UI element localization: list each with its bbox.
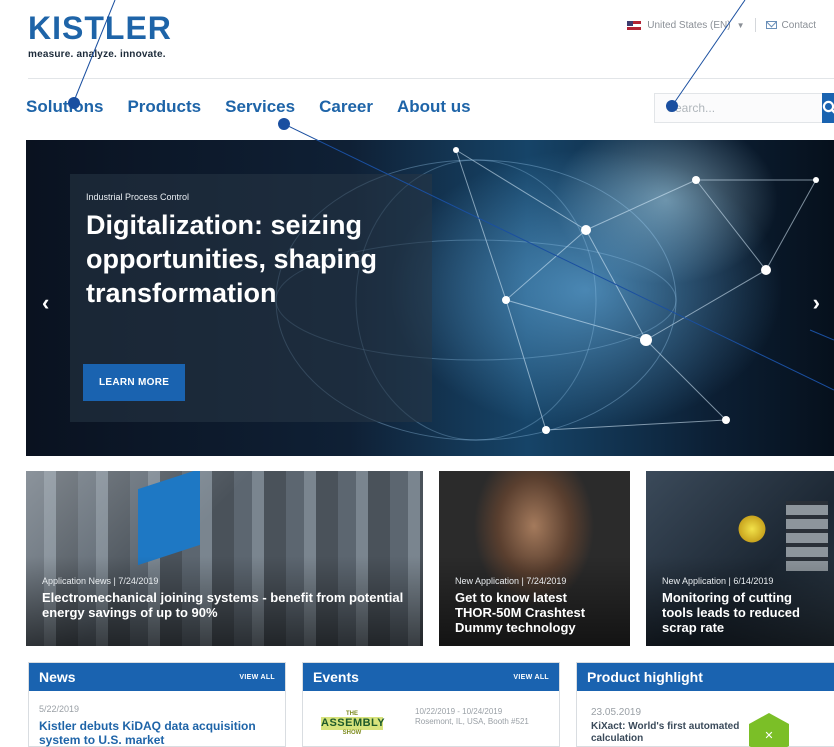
news-view-all-link[interactable]: VIEW ALL bbox=[239, 674, 275, 681]
search-bar bbox=[654, 93, 834, 123]
product-highlight-date: 23.05.2019 bbox=[591, 707, 642, 718]
teaser-tile-dummy[interactable]: New Application | 7/24/2019 Get to know … bbox=[439, 471, 630, 646]
news-box: News VIEW ALL 5/22/2019 Kistler debuts K… bbox=[28, 662, 286, 747]
product-highlight-header: Product highlight bbox=[577, 663, 834, 691]
product-highlight-title: Product highlight bbox=[587, 669, 703, 685]
event-dates: 10/22/2019 - 10/24/2019 bbox=[415, 707, 503, 716]
search-button[interactable] bbox=[822, 93, 834, 123]
news-title: News bbox=[39, 669, 76, 685]
main-nav: Solutions Products Services Career About… bbox=[26, 97, 471, 117]
tile-headline: Monitoring of cutting tools leads to red… bbox=[662, 590, 800, 635]
utility-bar: United States (EN) ▼ Contact bbox=[627, 18, 816, 32]
us-flag-icon bbox=[627, 20, 642, 30]
events-header: Events VIEW ALL bbox=[303, 663, 559, 691]
news-header: News VIEW ALL bbox=[29, 663, 285, 691]
event-details: 10/22/2019 - 10/24/2019 Rosemont, IL, US… bbox=[415, 707, 555, 727]
nav-item-products[interactable]: Products bbox=[127, 97, 201, 117]
teaser-tile-joining[interactable]: Application News | 7/24/2019 Electromech… bbox=[26, 471, 423, 646]
tile-meta: New Application | 6/14/2019 bbox=[662, 576, 774, 586]
news-date: 5/22/2019 bbox=[39, 704, 80, 714]
contact-link[interactable]: Contact bbox=[765, 19, 816, 31]
learn-more-button[interactable]: LEARN MORE bbox=[83, 364, 186, 401]
chevron-right-icon[interactable]: › bbox=[813, 290, 820, 316]
nav-item-career[interactable]: Career bbox=[319, 97, 373, 117]
divider bbox=[754, 18, 756, 32]
tile-headline: Electromechanical joining systems - bene… bbox=[42, 590, 404, 620]
hero-category: Industrial Process Control bbox=[86, 192, 190, 202]
teaser-tile-cutting[interactable]: New Application | 6/14/2019 Monitoring o… bbox=[646, 471, 834, 646]
product-highlight-headline[interactable]: KiXact: World's first automated calculat… bbox=[591, 721, 741, 745]
hero-title: Digitalization: seizing opportunities, s… bbox=[86, 210, 377, 308]
chevron-left-icon[interactable]: ‹ bbox=[42, 290, 49, 316]
kistler-logo[interactable]: KISTLER measure. analyze. innovate. bbox=[28, 10, 172, 60]
nav-item-solutions[interactable]: Solutions bbox=[26, 97, 103, 117]
logo-wordmark: KISTLER bbox=[28, 10, 172, 46]
envelope-icon bbox=[765, 21, 777, 29]
tile-headline: Get to know latest THOR-50M Crashtest Du… bbox=[455, 590, 586, 635]
kixact-hexagon-icon: ✕ bbox=[749, 713, 789, 747]
tile-meta: New Application | 7/24/2019 bbox=[455, 576, 567, 586]
chevron-down-icon: ▼ bbox=[736, 20, 745, 30]
event-location: Rosemont, IL, USA, Booth #521 bbox=[415, 717, 529, 726]
header-divider bbox=[28, 78, 834, 79]
machine-image bbox=[138, 471, 200, 566]
events-title: Events bbox=[313, 669, 359, 685]
nav-item-services[interactable]: Services bbox=[225, 97, 295, 117]
search-input[interactable] bbox=[654, 93, 822, 123]
tile-meta: Application News | 7/24/2019 bbox=[42, 576, 159, 586]
hero-slider: Industrial Process Control Digitalizatio… bbox=[26, 140, 834, 456]
assembly-show-logo[interactable]: THE ASSEMBLY SHOW bbox=[321, 711, 385, 736]
product-highlight-box: Product highlight 23.05.2019 KiXact: Wor… bbox=[576, 662, 834, 747]
country-label: United States (EN) bbox=[647, 19, 731, 31]
news-headline-link[interactable]: Kistler debuts KiDAQ data acquisition sy… bbox=[39, 719, 269, 747]
events-view-all-link[interactable]: VIEW ALL bbox=[513, 674, 549, 681]
callout-marker bbox=[278, 118, 290, 130]
logo-tagline: measure. analyze. innovate. bbox=[28, 49, 166, 60]
search-icon bbox=[822, 100, 834, 114]
contact-label: Contact bbox=[781, 19, 816, 31]
country-selector[interactable]: United States (EN) ▼ bbox=[627, 19, 745, 31]
events-box: Events VIEW ALL THE ASSEMBLY SHOW 10/22/… bbox=[302, 662, 560, 747]
nav-item-about-us[interactable]: About us bbox=[397, 97, 471, 117]
